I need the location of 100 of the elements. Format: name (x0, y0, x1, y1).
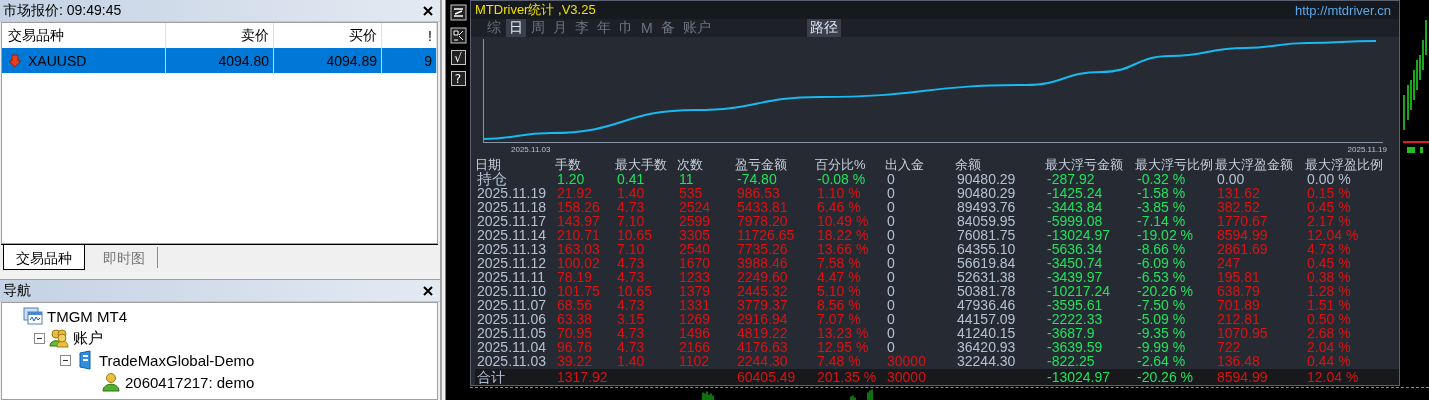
table-cell-text: 535 (678, 186, 704, 200)
table-cell-text: 0 (886, 340, 896, 354)
column-header: 最大浮亏比例 (1135, 157, 1214, 172)
table-cell-text: 30000 (886, 369, 927, 385)
table-cell-text: 136.48 (1216, 354, 1261, 368)
table-cell-text: -3439.97 (1046, 270, 1104, 284)
table-cell-text: 13.23 % (816, 326, 870, 340)
close-icon[interactable] (423, 285, 433, 296)
period-tab[interactable]: 年 (594, 19, 614, 38)
table-cell-text: 44157.09 (956, 312, 1017, 326)
table-cell-text: -7.50 % (1136, 298, 1187, 312)
table-cell-text: 64355.10 (956, 242, 1017, 256)
table-cell-text: 1.40 (616, 354, 646, 368)
period-tab[interactable]: 周 (528, 19, 548, 38)
table-cell-text: -19.02 % (1136, 228, 1195, 242)
period-tab[interactable]: 账户 (679, 19, 714, 38)
table-cell-text: 0.41 (616, 172, 646, 186)
table-cell-text: 210.71 (556, 228, 601, 242)
table-cell-text: 11 (678, 172, 695, 186)
tree-item[interactable]: TMGM MT4 (47, 307, 127, 325)
table-cell-text: 0 (886, 256, 896, 270)
table-cell-text: 195.81 (1216, 270, 1261, 284)
table-cell-text: 4819.22 (736, 326, 789, 340)
panel-tab[interactable]: 即时图 (91, 247, 158, 268)
table-cell-text: 1317.92 (556, 369, 609, 385)
table-cell-text: 4.73 (616, 326, 646, 340)
period-tab[interactable]: 日 (506, 19, 526, 38)
period-tab[interactable]: 备 (657, 19, 678, 38)
table-cell-text: 0.38 % (1306, 270, 1352, 284)
table-cell-text: 212.81 (1216, 312, 1261, 326)
table-cell-text: 0.00 (1216, 172, 1246, 186)
table-cell-text: 63.38 (556, 312, 594, 326)
period-tab[interactable]: 月 (550, 19, 570, 38)
toolbar-button[interactable]: √ (450, 50, 466, 65)
table-cell-text: 2540 (678, 242, 712, 256)
down-arrow-icon (8, 53, 22, 68)
collapse-icon[interactable] (34, 332, 45, 344)
table-cell-text: 2025.11.07 (476, 298, 548, 312)
table-cell-text: 0 (886, 270, 896, 284)
table-cell-text: 0.44 % (1306, 354, 1352, 368)
tree-item[interactable]: 账户 (73, 328, 103, 348)
table-cell-text: 0 (886, 186, 896, 200)
table-cell-text: 4176.63 (736, 340, 789, 354)
collapse-icon[interactable] (60, 354, 71, 366)
website-link[interactable]: http://mtdriver.cn (1294, 2, 1391, 18)
table-cell-text: 1.10 % (816, 186, 862, 200)
period-tab[interactable]: 综 (484, 19, 504, 38)
table-cell-text: 13.66 % (816, 242, 870, 256)
panel-tab[interactable]: 交易品种 (3, 245, 85, 270)
table-cell-text: 4.73 (616, 340, 646, 354)
table-cell-text: 10.65 (616, 228, 654, 242)
table-cell-text: -6.53 % (1136, 270, 1187, 284)
table-cell-text: 163.03 (556, 242, 601, 256)
table-cell-text: 60405.49 (736, 369, 797, 385)
table-cell-text: -0.32 % (1136, 172, 1187, 186)
table-cell-text: 4.73 (616, 200, 646, 214)
table-cell-text: -9.99 % (1136, 340, 1187, 354)
table-cell-text: 持仓 (476, 172, 508, 186)
table-cell-text: 30000 (886, 354, 927, 368)
axis-label: 2025.11.03 (511, 145, 551, 155)
table-cell-text: 2599 (678, 214, 712, 228)
table-cell-text: 52631.38 (956, 270, 1017, 284)
column-header: 最大浮盈比例 (1305, 157, 1384, 172)
column-header: 百分比% (815, 157, 867, 172)
table-cell-text: 7.10 (616, 214, 646, 228)
table-cell-text: 90480.29 (956, 172, 1017, 186)
table-cell-text: -2.64 % (1136, 354, 1187, 368)
period-tab[interactable]: M (638, 20, 656, 37)
table-cell-text: 0 (886, 284, 896, 298)
table-cell-text: 2.17 % (1306, 214, 1352, 228)
tree-item[interactable]: 2060417217: demo (125, 373, 255, 391)
table-cell-text: 2166 (678, 340, 712, 354)
column-header: 出入金 (885, 157, 925, 172)
table-cell-text: 1770.67 (1216, 214, 1269, 228)
table-cell-text: 3779.37 (736, 298, 789, 312)
bid-price: 4094.80 (166, 48, 274, 73)
table-cell-text: 638.79 (1216, 284, 1261, 298)
tree-item[interactable]: TradeMaxGlobal-Demo (99, 351, 255, 369)
table-cell-text: -1.58 % (1136, 186, 1187, 200)
table-cell-text: 0.15 % (1306, 186, 1352, 200)
window-list-icon[interactable] (449, 4, 467, 21)
quote-row[interactable]: XAUUSD 4094.80 4094.89 9 (2, 48, 437, 73)
table-cell-text: 4.73 (616, 256, 646, 270)
column-header: 盈亏金额 (735, 157, 788, 172)
table-cell-text: 0.45 % (1306, 256, 1352, 270)
table-cell-text: 2916.94 (736, 312, 789, 326)
path-button[interactable]: 路径 (806, 19, 841, 38)
close-icon[interactable] (423, 5, 433, 16)
spread-value: 9 (382, 48, 437, 73)
table-cell-text: 2025.11.11 (476, 270, 546, 284)
table-cell-text: 12.04 % (1306, 369, 1360, 385)
table-cell-text: 4.73 (616, 270, 646, 284)
table-cell-text: 4.73 (616, 298, 646, 312)
table-cell-text: 143.97 (556, 214, 601, 228)
table-cell-text: -3443.84 (1046, 200, 1104, 214)
toolbar-button[interactable]: ? (450, 71, 466, 86)
table-cell-text: 0 (886, 200, 896, 214)
period-tab[interactable]: 李 (572, 19, 592, 38)
table-cell-text: 39.22 (556, 354, 594, 368)
column-header: 最大浮盈金额 (1215, 157, 1294, 172)
